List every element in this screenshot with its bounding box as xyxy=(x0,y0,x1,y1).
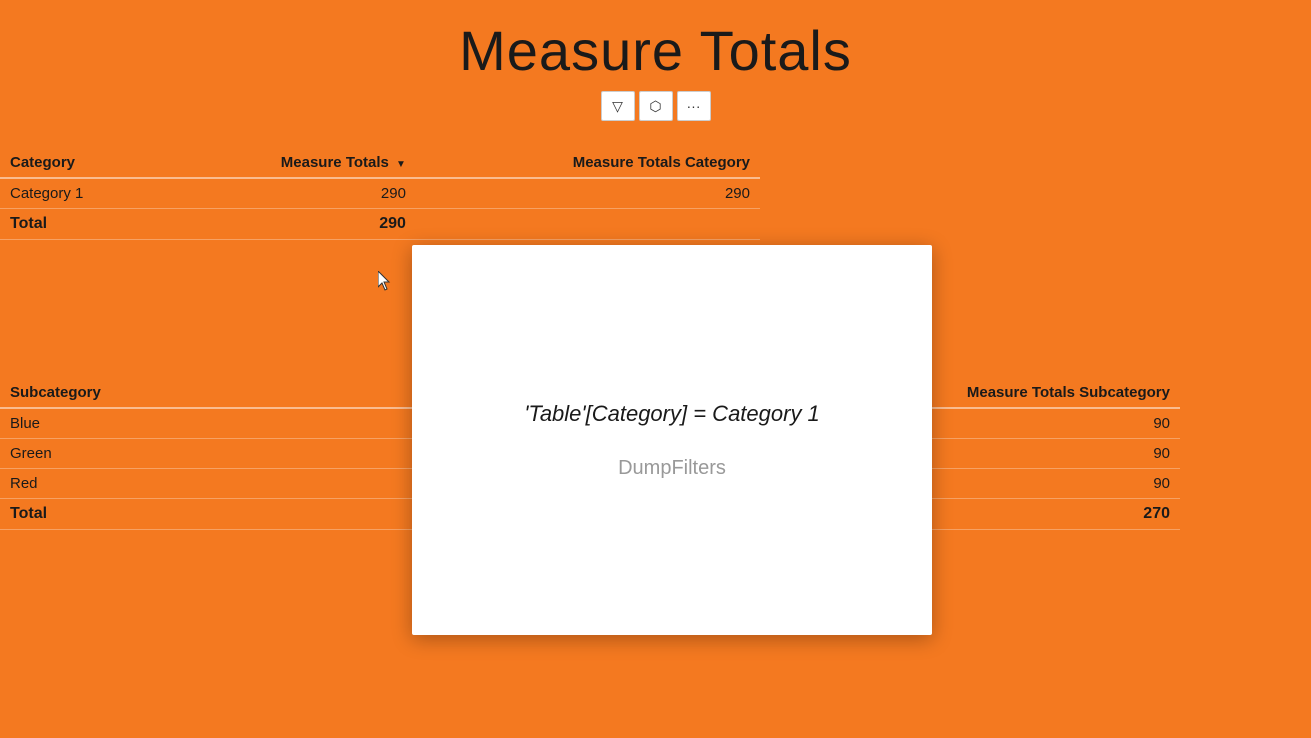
sort-arrow-icon: ▼ xyxy=(396,159,406,170)
bottom-col-subcategory: Subcategory xyxy=(0,378,283,408)
top-cell-total-label: Total xyxy=(0,209,163,240)
top-cell-total-measure: 290 xyxy=(163,209,416,240)
bottom-cell-sub-green: Green xyxy=(0,439,283,469)
tooltip-filter-expression: 'Table'[Category] = Category 1 xyxy=(524,401,820,427)
page-title: Measure Totals xyxy=(0,0,1311,83)
total-measure-value: 290 xyxy=(379,215,406,232)
top-table-header-row: Category Measure Totals ▼ Measure Totals… xyxy=(0,148,760,178)
bottom-cell-total-label: Total xyxy=(0,499,283,530)
top-cell-category-1: Category 1 xyxy=(0,178,163,209)
filter-icon: ▽ xyxy=(612,98,623,115)
filter-button[interactable]: ▽ xyxy=(601,91,635,121)
mouse-cursor xyxy=(378,271,396,293)
export-button[interactable]: ⬡ xyxy=(639,91,673,121)
top-col-measure-totals-category: Measure Totals Category xyxy=(416,148,760,178)
top-table-total-row[interactable]: Total 290 xyxy=(0,209,760,240)
tooltip-dump-label: DumpFilters xyxy=(618,457,726,480)
bottom-cell-sub-blue: Blue xyxy=(0,408,283,439)
bottom-cell-sub-red: Red xyxy=(0,469,283,499)
top-table: Category Measure Totals ▼ Measure Totals… xyxy=(0,148,760,240)
top-table-row[interactable]: Category 1 290 290 xyxy=(0,178,760,209)
top-table-container: Category Measure Totals ▼ Measure Totals… xyxy=(0,148,760,240)
tooltip-popup: 'Table'[Category] = Category 1 DumpFilte… xyxy=(412,245,932,635)
top-cell-measure-totals-1: 290 xyxy=(163,178,416,209)
top-cell-mtc-1: 290 xyxy=(416,178,760,209)
toolbar: ▽ ⬡ ··· xyxy=(0,91,1311,121)
top-col-category: Category xyxy=(0,148,163,178)
export-icon: ⬡ xyxy=(649,98,661,115)
top-cell-total-mtc xyxy=(416,209,760,240)
more-button[interactable]: ··· xyxy=(677,91,711,121)
more-icon: ··· xyxy=(687,98,701,114)
top-col-measure-totals[interactable]: Measure Totals ▼ xyxy=(163,148,416,178)
